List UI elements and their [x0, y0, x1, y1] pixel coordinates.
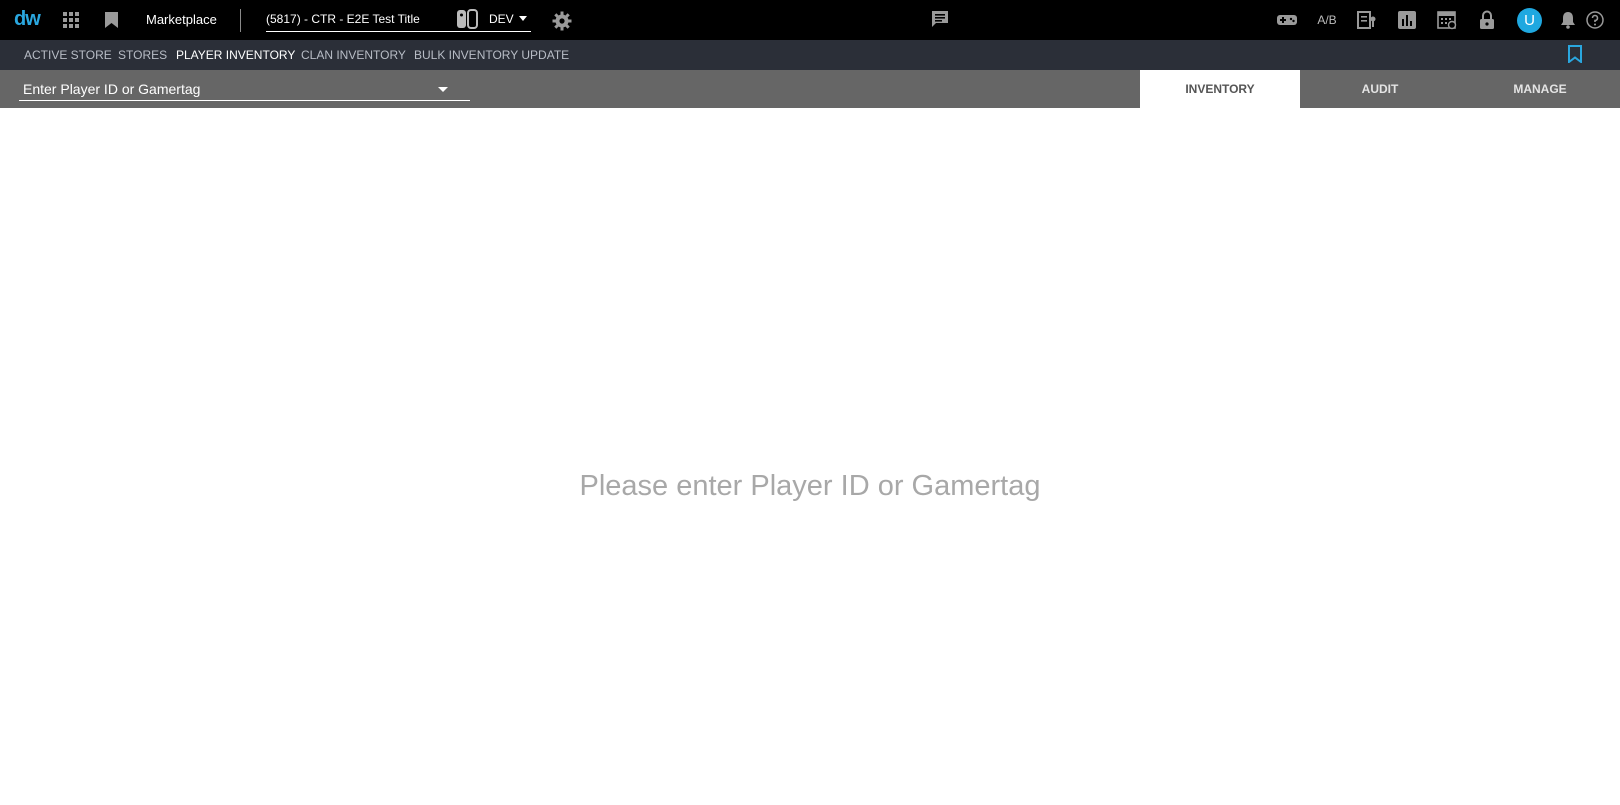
player-id-select[interactable]: Enter Player ID or Gamertag: [19, 78, 470, 101]
divider: [240, 9, 241, 32]
title-environment-select[interactable]: (5817) - CTR - E2E Test Title DEV: [266, 7, 531, 32]
player-select-placeholder: Enter Player ID or Gamertag: [23, 81, 201, 97]
inventory-toolbar: Enter Player ID or Gamertag INVENTORY AU…: [0, 70, 1620, 108]
dw-logo[interactable]: dw: [14, 8, 41, 31]
nav-player-inventory[interactable]: PLAYER INVENTORY: [176, 48, 295, 62]
platform-switch-icon: [456, 9, 478, 29]
environment-label: DEV: [489, 12, 514, 26]
settings-gear-icon[interactable]: [551, 10, 573, 32]
help-icon[interactable]: [1584, 9, 1606, 31]
tab-manage[interactable]: MANAGE: [1460, 70, 1620, 108]
gamepad-icon[interactable]: [1276, 9, 1298, 31]
user-avatar[interactable]: U: [1517, 8, 1542, 33]
tab-inventory[interactable]: INVENTORY: [1140, 70, 1300, 108]
app-title: Marketplace: [146, 12, 217, 27]
nav-bulk-inventory-update[interactable]: BULK INVENTORY UPDATE: [414, 48, 569, 62]
bookmark-page-icon[interactable]: [1568, 45, 1586, 65]
selected-title: (5817) - CTR - E2E Test Title: [266, 12, 420, 26]
empty-state-message: Please enter Player ID or Gamertag: [579, 470, 1041, 502]
bar-chart-icon[interactable]: [1396, 9, 1418, 31]
lock-icon[interactable]: [1476, 9, 1498, 31]
nav-stores[interactable]: STORES: [118, 48, 167, 62]
apps-grid-icon[interactable]: [61, 10, 81, 30]
chat-icon[interactable]: [929, 8, 951, 30]
bookmark-icon[interactable]: [102, 10, 120, 30]
notifications-bell-icon[interactable]: [1557, 9, 1579, 31]
nav-active-store[interactable]: ACTIVE STORE: [24, 48, 112, 62]
chevron-down-icon: [438, 87, 448, 92]
tab-audit[interactable]: AUDIT: [1300, 70, 1460, 108]
ab-test-icon[interactable]: A/B: [1316, 9, 1338, 31]
report-icon[interactable]: [1356, 9, 1378, 31]
nav-clan-inventory[interactable]: CLAN INVENTORY: [301, 48, 406, 62]
calendar-icon[interactable]: [1436, 9, 1458, 31]
chevron-down-icon: [519, 16, 527, 21]
secondary-nav: ACTIVE STORE STORES PLAYER INVENTORY CLA…: [0, 40, 1620, 70]
top-app-bar: dw Marketplace (5817) - CTR - E2E Test T…: [0, 0, 1620, 40]
